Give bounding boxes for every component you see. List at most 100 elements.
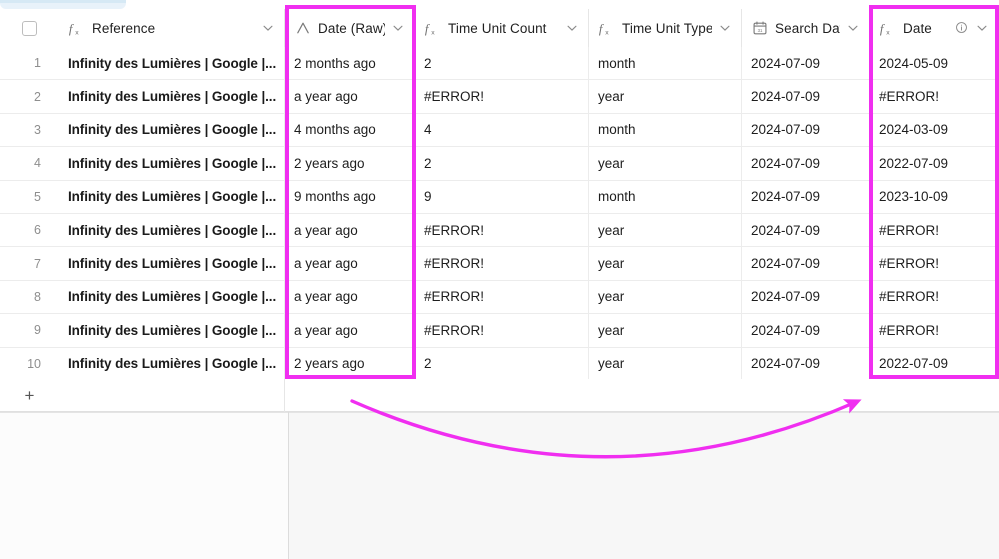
cell-reference[interactable]: Infinity des Lumières | Google |...	[59, 247, 285, 280]
cell-date[interactable]: 2022-07-09	[870, 347, 999, 380]
active-tab-underline	[0, 0, 126, 3]
grid-empty-left-area	[0, 412, 288, 559]
chevron-down-icon[interactable]	[846, 21, 860, 35]
add-row-plus-icon[interactable]: +	[0, 387, 59, 404]
table-row[interactable]: 7 Infinity des Lumières | Google |... a ye…	[0, 247, 999, 281]
cell-time_unit_count[interactable]: #ERROR!	[415, 80, 589, 113]
row-number: 6	[34, 223, 41, 238]
cell-reference[interactable]: Infinity des Lumières | Google |...	[59, 47, 285, 80]
chevron-down-icon[interactable]	[975, 21, 989, 35]
svg-text:f: f	[880, 21, 886, 35]
cell-reference[interactable]: Infinity des Lumières | Google |...	[59, 347, 285, 380]
cell-date_raw[interactable]: a year ago	[285, 247, 415, 280]
row-number: 7	[34, 256, 41, 271]
cell-search_date[interactable]: 2024-07-09	[742, 280, 870, 314]
svg-text:f: f	[425, 21, 431, 35]
grid-vertical-divider	[288, 412, 289, 559]
calendar-icon: 31	[751, 20, 768, 37]
cell-search_date[interactable]: 2024-07-09	[742, 113, 870, 147]
cell-date_raw[interactable]: 4 months ago	[285, 113, 415, 147]
cell-time_unit_type[interactable]: year	[589, 80, 742, 113]
table-row[interactable]: 4 Infinity des Lumières | Google |... 2 ye…	[0, 147, 999, 181]
column-header-reference[interactable]: f x Reference	[59, 9, 285, 47]
cell-time_unit_count[interactable]: 2	[415, 147, 589, 180]
cell-time_unit_type[interactable]: month	[589, 180, 742, 213]
table-row[interactable]: 8 Infinity des Lumières | Google |... a ye…	[0, 280, 999, 315]
cell-date[interactable]: 2024-03-09	[870, 113, 999, 147]
cell-time_unit_count[interactable]: 4	[415, 113, 589, 147]
cell-time_unit_type[interactable]: year	[589, 280, 742, 314]
cell-search_date[interactable]: 2024-07-09	[742, 180, 870, 213]
cell-date[interactable]: 2023-10-09	[870, 180, 999, 213]
cell-date_raw[interactable]: 2 years ago	[285, 347, 415, 380]
cell-date[interactable]: 2022-07-09	[870, 147, 999, 180]
column-header-time_unit_count[interactable]: f x Time Unit Count	[415, 9, 589, 47]
cell-date_raw[interactable]: 9 months ago	[285, 180, 415, 213]
cell-date[interactable]: #ERROR!	[870, 280, 999, 314]
cell-date[interactable]: #ERROR!	[870, 247, 999, 280]
cell-time_unit_type[interactable]: year	[589, 214, 742, 247]
cell-time_unit_count[interactable]: #ERROR!	[415, 314, 589, 347]
cell-time_unit_count[interactable]: 9	[415, 180, 589, 213]
select-all-checkbox[interactable]	[22, 20, 37, 36]
cell-reference[interactable]: Infinity des Lumières | Google |...	[59, 180, 285, 213]
cell-reference[interactable]: Infinity des Lumières | Google |...	[59, 80, 285, 113]
cell-search_date[interactable]: 2024-07-09	[742, 347, 870, 380]
fx-icon: fx	[424, 20, 441, 37]
table-row[interactable]: 9 Infinity des Lumières | Google |... a ye…	[0, 314, 999, 348]
spreadsheet-app: f x Reference Date (Raw) f x Time Unit Count f x…	[0, 0, 999, 559]
cell-date[interactable]: #ERROR!	[870, 314, 999, 347]
chevron-down-icon[interactable]	[718, 21, 732, 35]
cell-date_raw[interactable]: a year ago	[285, 314, 415, 347]
cell-date[interactable]: #ERROR!	[870, 80, 999, 113]
cell-reference[interactable]: Infinity des Lumières | Google |...	[59, 280, 285, 314]
table-row[interactable]: 5 Infinity des Lumières | Google |... 9 mo…	[0, 180, 999, 214]
table-row[interactable]: 6 Infinity des Lumières | Google |... a ye…	[0, 214, 999, 248]
cell-reference[interactable]: Infinity des Lumières | Google |...	[59, 147, 285, 180]
cell-reference[interactable]: Infinity des Lumières | Google |...	[59, 314, 285, 347]
column-header-search_date[interactable]: 31 Search Date	[742, 9, 870, 47]
fx-icon: fx	[598, 20, 615, 37]
chevron-down-icon[interactable]	[261, 21, 275, 35]
cell-time_unit_type[interactable]: year	[589, 247, 742, 280]
cell-reference[interactable]: Infinity des Lumières | Google |...	[59, 113, 285, 147]
cell-time_unit_type[interactable]: year	[589, 314, 742, 347]
fx-icon: fx	[68, 20, 85, 37]
cell-search_date[interactable]: 2024-07-09	[742, 147, 870, 180]
add-row[interactable]: +	[0, 378, 999, 412]
cell-time_unit_count[interactable]: 2	[415, 47, 589, 80]
cell-date_raw[interactable]: 2 months ago	[285, 47, 415, 80]
table-row[interactable]: 3 Infinity des Lumières | Google |... 4 mo…	[0, 113, 999, 148]
table-row[interactable]: 10 Infinity des Lumières | Google |... 2 y…	[0, 347, 999, 381]
cell-date_raw[interactable]: 2 years ago	[285, 147, 415, 180]
cell-search_date[interactable]: 2024-07-09	[742, 47, 870, 80]
cell-date_raw[interactable]: a year ago	[285, 80, 415, 113]
cell-search_date[interactable]: 2024-07-09	[742, 214, 870, 247]
cell-time_unit_type[interactable]: month	[589, 113, 742, 147]
cell-date[interactable]: #ERROR!	[870, 214, 999, 247]
cell-time_unit_count[interactable]: 2	[415, 347, 589, 380]
chevron-down-icon[interactable]	[565, 21, 579, 35]
cell-time_unit_type[interactable]: year	[589, 147, 742, 180]
table-row[interactable]: 1 Infinity des Lumières | Google |... 2 mo…	[0, 47, 999, 81]
column-header-date_raw[interactable]: Date (Raw)	[285, 9, 415, 47]
column-header-date[interactable]: f x Date	[870, 9, 999, 47]
cell-time_unit_type[interactable]: year	[589, 347, 742, 380]
cell-date_raw[interactable]: a year ago	[285, 280, 415, 314]
cell-reference[interactable]: Infinity des Lumières | Google |...	[59, 214, 285, 247]
cell-search_date[interactable]: 2024-07-09	[742, 314, 870, 347]
select-all-cell[interactable]	[0, 9, 59, 47]
cell-date_raw[interactable]: a year ago	[285, 214, 415, 247]
cell-search_date[interactable]: 2024-07-09	[742, 247, 870, 280]
cell-time_unit_type[interactable]: month	[589, 47, 742, 80]
cell-date[interactable]: 2024-05-09	[870, 47, 999, 80]
row-number: 8	[34, 289, 41, 304]
chevron-down-icon[interactable]	[391, 21, 405, 35]
cell-search_date[interactable]: 2024-07-09	[742, 80, 870, 113]
cell-time_unit_count[interactable]: #ERROR!	[415, 280, 589, 314]
cell-time_unit_count[interactable]: #ERROR!	[415, 214, 589, 247]
table-row[interactable]: 2 Infinity des Lumières | Google |... a ye…	[0, 80, 999, 114]
cell-time_unit_count[interactable]: #ERROR!	[415, 247, 589, 280]
info-icon[interactable]	[955, 21, 969, 35]
column-header-time_unit_type[interactable]: f x Time Unit Type	[589, 9, 742, 47]
